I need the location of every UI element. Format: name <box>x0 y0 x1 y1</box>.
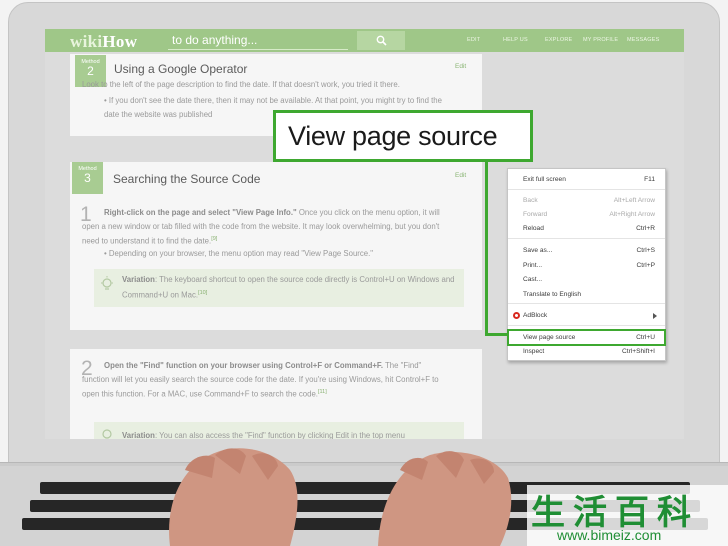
hands-illustration <box>169 448 512 546</box>
watermark: 生活百科 www.bimeiz.com <box>527 485 728 546</box>
watermark-url: www.bimeiz.com <box>557 527 662 543</box>
